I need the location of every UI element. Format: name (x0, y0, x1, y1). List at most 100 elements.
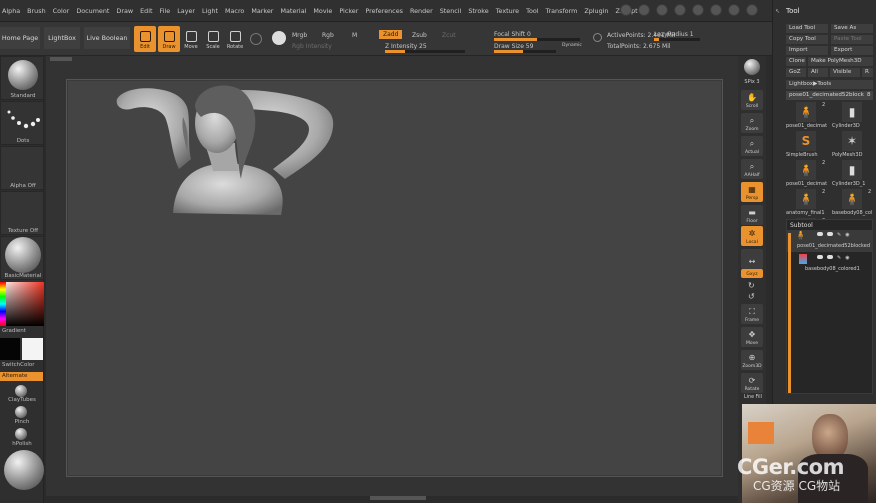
copy-tool-button[interactable]: Copy Tool (786, 35, 828, 44)
tool-thumb-pose01-decimat[interactable]: 🧍 (796, 160, 816, 180)
scale-button[interactable]: Scale (202, 26, 224, 52)
lightbox-tools-button[interactable]: Lightbox▶Tools (786, 80, 873, 89)
polyframe-toggle-icon[interactable] (817, 232, 823, 236)
frame-button[interactable]: ⛶ Frame (741, 304, 763, 324)
zadd-toggle[interactable]: Zadd (379, 30, 403, 39)
quicksave-icon[interactable] (620, 4, 632, 16)
menu-light[interactable]: Light (202, 7, 218, 15)
spix-slider[interactable]: SPix 3 (740, 79, 764, 85)
clone-button[interactable]: Clone (786, 57, 806, 66)
load-tool-button[interactable]: Load Tool (786, 24, 828, 33)
export-button[interactable]: Export (831, 46, 873, 55)
menu-render[interactable]: Render (410, 7, 433, 15)
menu-zplugin[interactable]: Zplugin (584, 7, 608, 15)
dynamic-toggle[interactable]: Dynamic (562, 43, 582, 48)
goz-button[interactable]: GoZ (786, 68, 806, 77)
gxyz-button[interactable]: Gxyz (741, 269, 763, 278)
scroll-button[interactable]: ✋ Scroll (741, 90, 763, 110)
menu-edit[interactable]: Edit (140, 7, 152, 15)
alpha-selector[interactable]: Alpha Off (0, 146, 44, 190)
visibility-icon[interactable]: ◉ (845, 232, 849, 238)
menu-material[interactable]: Material (280, 7, 306, 15)
mrgb-toggle[interactable]: Mrgb (292, 32, 307, 39)
menu-file[interactable]: File (160, 7, 171, 15)
zsub-toggle[interactable]: Zsub (412, 32, 427, 39)
color-picker[interactable] (0, 282, 44, 326)
actual-button[interactable]: ⌕ Actual (741, 136, 763, 156)
brush-selector[interactable]: Standard (0, 56, 44, 100)
menu-draw[interactable]: Draw (116, 7, 133, 15)
xyz-button[interactable]: ↔ (741, 249, 763, 269)
lazy-radius-label[interactable]: LazyRadius 1 (654, 31, 694, 38)
draw-button[interactable]: Draw (158, 26, 180, 52)
goz-visible-button[interactable]: Visible (830, 68, 860, 77)
brush-toggle-icon[interactable]: ✎ (837, 255, 841, 261)
zcut-toggle[interactable]: Zcut (442, 32, 456, 39)
rotate-button[interactable]: Rotate (224, 26, 246, 52)
eye-icon[interactable] (827, 232, 833, 236)
live-boolean-button[interactable]: Live Boolean (84, 27, 130, 49)
current-tool-name[interactable]: pose01_decimated52blocked (786, 91, 864, 100)
gradient-label[interactable]: Gradient (0, 328, 44, 334)
move-button[interactable]: Move (180, 26, 202, 52)
m-toggle[interactable]: M (352, 32, 357, 39)
tool-thumb-pose01-decimat[interactable]: 🧍 (796, 102, 816, 122)
subtool-row[interactable]: 🧍 ✎ ◉ pose01_decimated52blocked (787, 230, 872, 252)
brush-toggle-icon[interactable]: ✎ (837, 232, 841, 238)
menu-picker[interactable]: Picker (339, 7, 358, 15)
menu-movie[interactable]: Movie (313, 7, 332, 15)
zoom3d-button[interactable]: ⊕ Zoom3D (741, 350, 763, 370)
lightbox-button[interactable]: LightBox (44, 27, 80, 49)
menu-color[interactable]: Color (53, 7, 70, 15)
draw-size-slider[interactable] (494, 50, 556, 53)
rotate-cw-icon[interactable]: ↻ (748, 281, 755, 290)
eye-icon[interactable] (827, 255, 833, 259)
switch-color-button[interactable]: SwitchColor (0, 362, 44, 368)
material-sphere-icon[interactable] (272, 31, 286, 45)
menu-brush[interactable]: Brush (27, 7, 45, 15)
tool-palette-title[interactable]: Tool (786, 7, 800, 15)
menu-texture[interactable]: Texture (496, 7, 519, 15)
local-button[interactable]: ✲ Local (741, 226, 763, 246)
import-button[interactable]: Import (786, 46, 828, 55)
goz-r-button[interactable]: R (862, 68, 873, 77)
menu-macro[interactable]: Macro (225, 7, 244, 15)
bpr-icon[interactable] (744, 59, 760, 75)
tool-thumb-simplebrush[interactable]: S (796, 131, 816, 151)
preview-sphere-icon[interactable] (4, 450, 44, 490)
hpolish-brush-icon[interactable] (15, 428, 27, 440)
lazy-radius-slider[interactable] (654, 38, 700, 41)
rotate-ccw-icon[interactable]: ↺ (748, 292, 755, 301)
menu-tool[interactable]: Tool (526, 7, 538, 15)
pinch-brush-icon[interactable] (15, 406, 27, 418)
menus-icon[interactable] (656, 4, 668, 16)
claytubes-brush-icon[interactable] (15, 385, 27, 397)
sync-icon[interactable] (593, 33, 602, 42)
tool-thumb-anatomy-final1[interactable]: 🧍 (796, 189, 816, 209)
subtool-row[interactable]: ✎ ◉ basebody08_colored1 (787, 253, 872, 275)
visibility-icon[interactable]: ◉ (845, 255, 849, 261)
menu-stencil[interactable]: Stencil (440, 7, 462, 15)
save-as-button[interactable]: Save As (831, 24, 873, 33)
collapse-icon[interactable]: ↖ (775, 8, 780, 15)
menu-marker[interactable]: Marker (251, 7, 273, 15)
tool-thumb-polymesh3d[interactable]: ✶ (842, 131, 862, 151)
z-intensity-slider[interactable] (385, 50, 465, 53)
rgb-toggle[interactable]: Rgb (322, 32, 334, 39)
subtool-scrollbar[interactable] (788, 233, 791, 393)
tool-thumb-cylinder3d-1[interactable]: ▮ (842, 160, 862, 180)
document-canvas[interactable] (66, 79, 723, 477)
z-intensity-label[interactable]: Z Intensity 25 (385, 43, 427, 50)
move-view-button[interactable]: ✥ Move (741, 327, 763, 347)
stroke-selector[interactable]: Dots (0, 101, 44, 145)
canvas-bottom-handle[interactable] (370, 496, 426, 500)
focal-shift-slider[interactable] (494, 38, 580, 41)
line-fill-button[interactable]: Line Fill (740, 395, 766, 400)
menu-document[interactable]: Document (76, 7, 109, 15)
make-polymesh-button[interactable]: Make PolyMesh3D (808, 57, 873, 66)
draw-size-label[interactable]: Draw Size 59 (494, 43, 533, 50)
rgb-intensity-slider[interactable]: Rgb Intensity (292, 43, 332, 50)
menu-layer[interactable]: Layer (177, 7, 195, 15)
rotate-view-button[interactable]: ⟳ Rotate (741, 373, 763, 393)
menu-stroke[interactable]: Stroke (468, 7, 488, 15)
